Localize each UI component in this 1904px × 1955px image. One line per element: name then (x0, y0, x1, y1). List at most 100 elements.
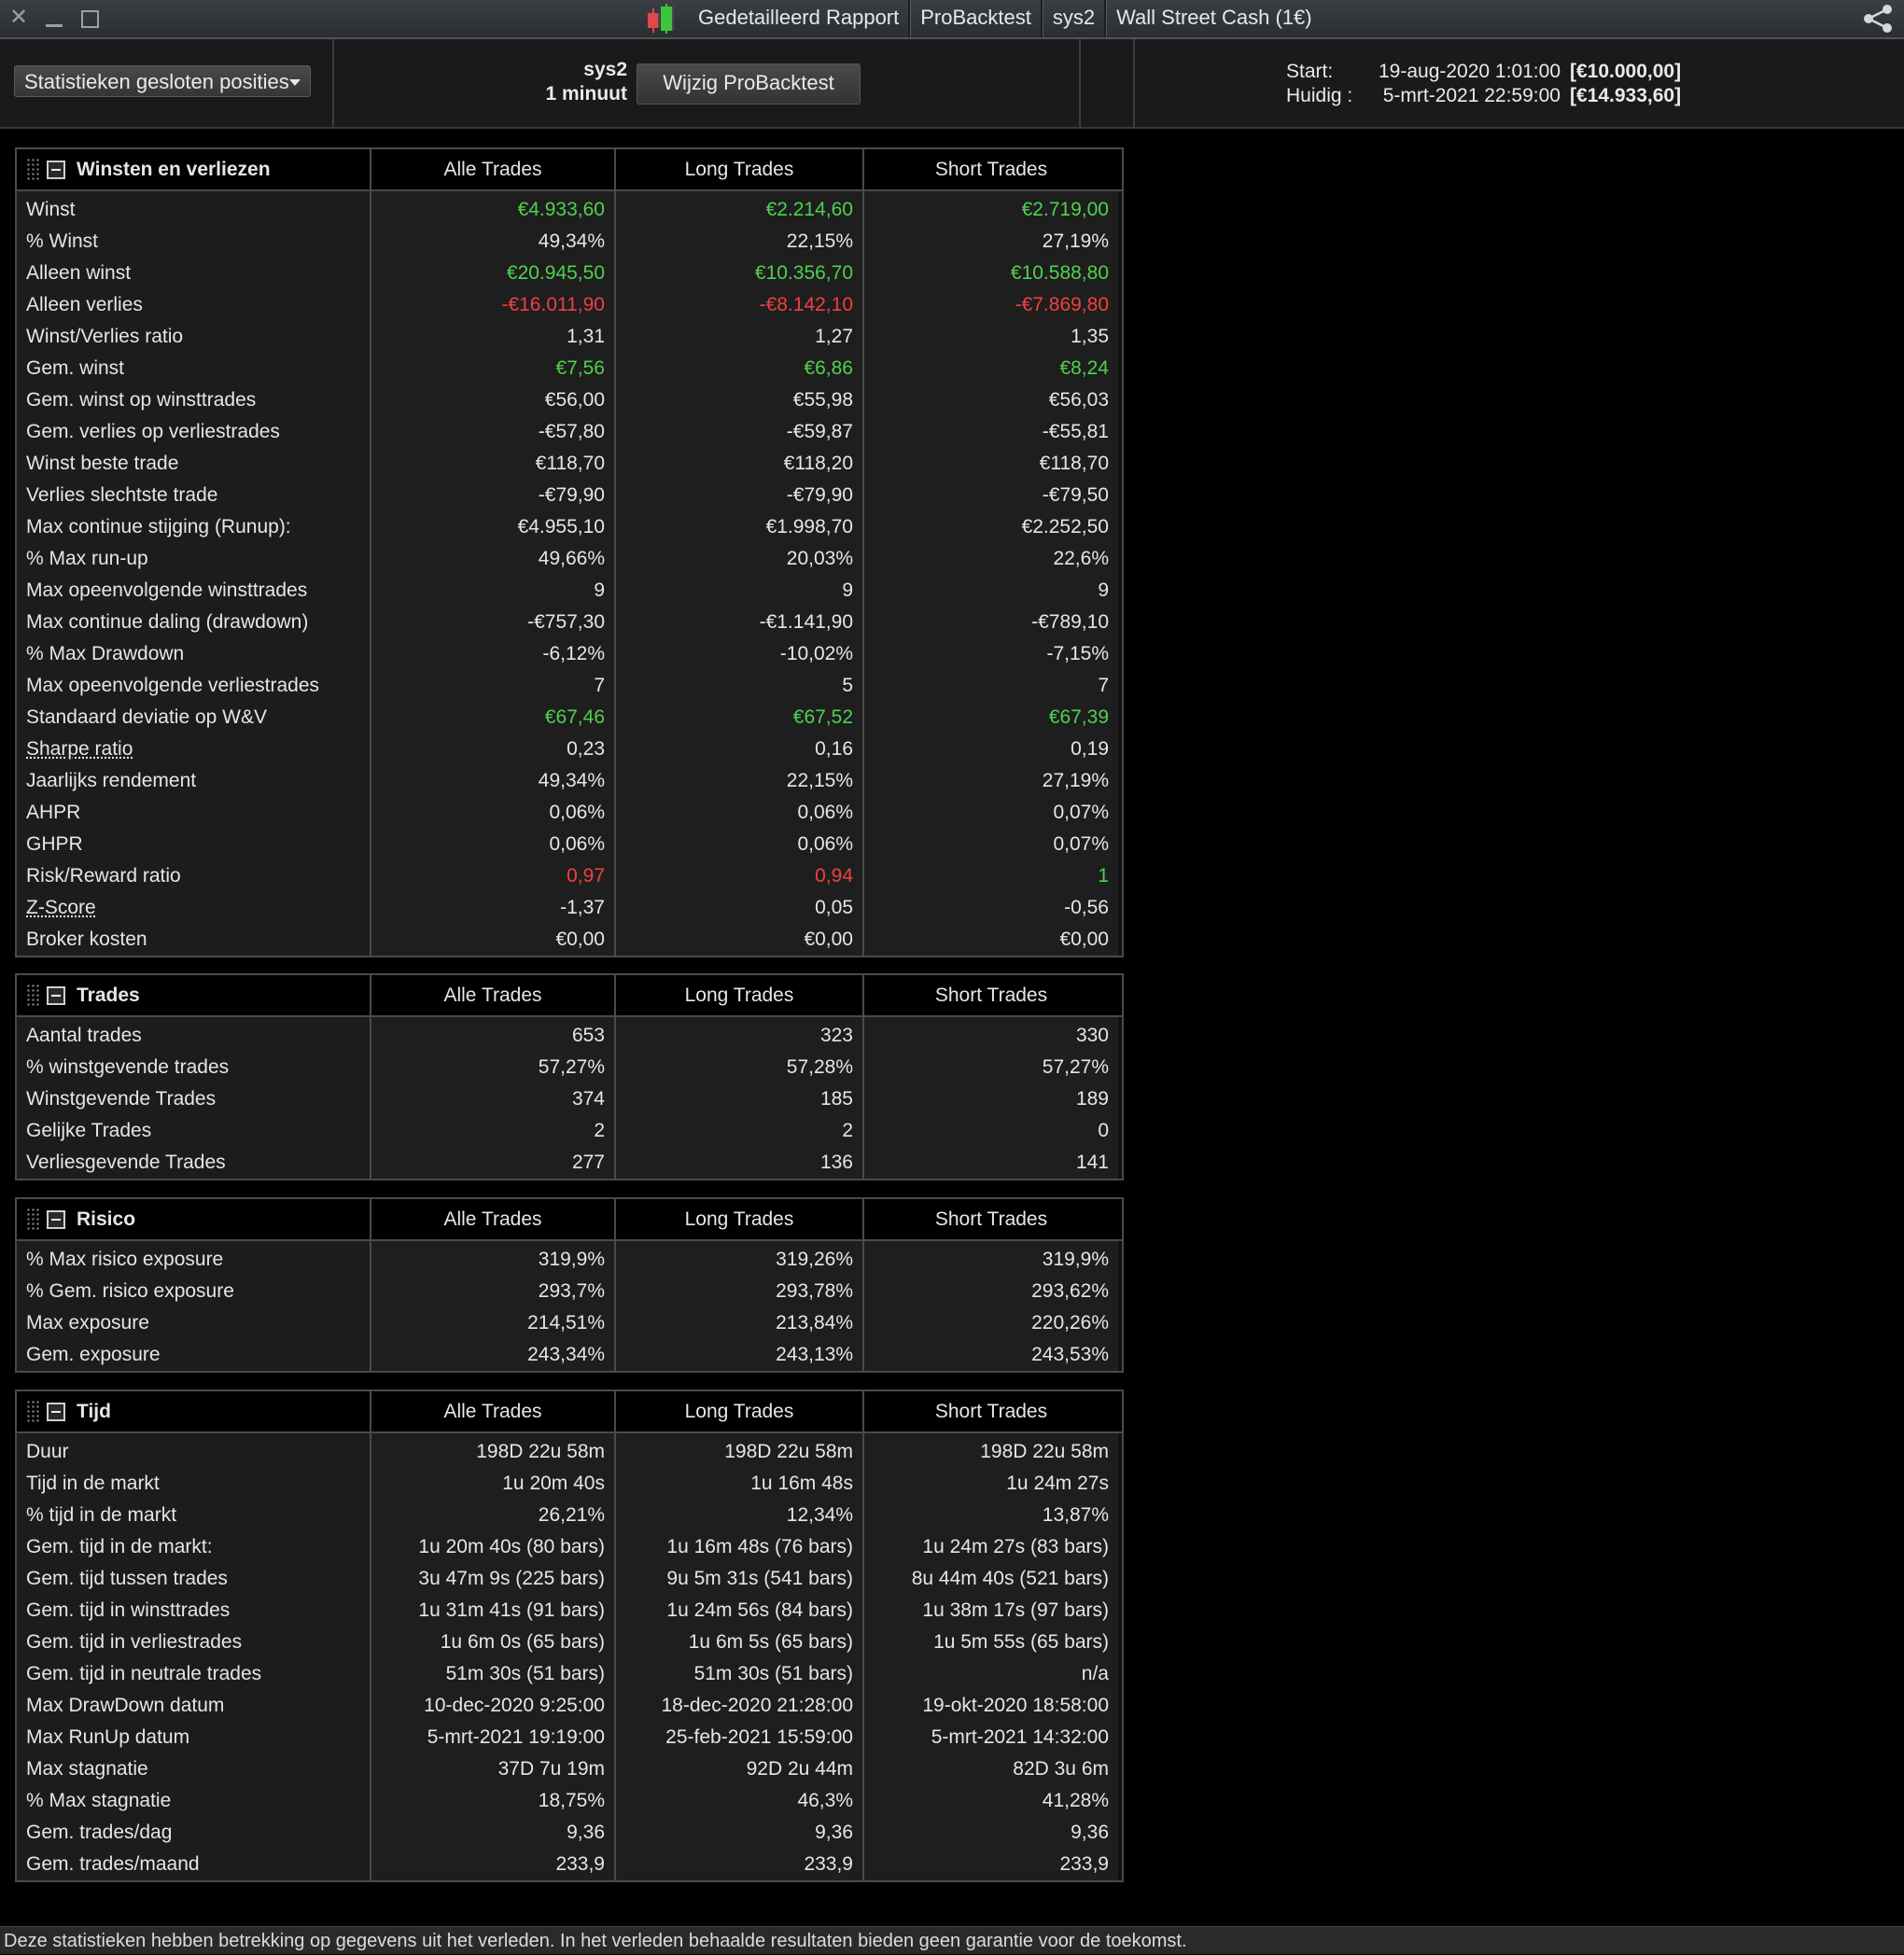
row-value: -€59,87 (786, 421, 853, 442)
window-titlebar: ✕ Gedetailleerd Rapport ProBacktest sys2… (0, 0, 1904, 39)
column-header: Alle Trades (371, 975, 616, 1015)
row-value: 57,27% (1042, 1056, 1109, 1078)
row-label: Verlies slechtste trade (26, 484, 218, 506)
row-label: Gelijke Trades (26, 1120, 152, 1141)
row-value: 319,26% (776, 1249, 853, 1270)
row-value: €10.588,80 (1010, 262, 1109, 284)
row-value: 0,06% (549, 833, 605, 855)
row-value: -€79,90 (538, 484, 605, 506)
row-value: 5-mrt-2021 14:32:00 (931, 1726, 1109, 1748)
current-label: Huidig : (1286, 85, 1353, 106)
panel-title: Trades (77, 984, 140, 1006)
row-value: 2 (842, 1120, 853, 1141)
row-label: Gem. verlies op verliestrades (26, 421, 280, 442)
column-header: Alle Trades (371, 1391, 616, 1431)
column-header: Long Trades (616, 975, 864, 1015)
row-value: 2 (594, 1120, 605, 1141)
row-label[interactable]: Z-Score (17, 892, 370, 924)
row-value: 9,36 (815, 1822, 853, 1843)
chevron-down-icon (289, 79, 301, 86)
row-label: Tijd in de markt (26, 1473, 160, 1494)
disclaimer: Deze statistieken hebben betrekking op g… (0, 1926, 1904, 1954)
row-label: Winst (26, 199, 76, 220)
row-label: Jaarlijks rendement (26, 770, 197, 791)
row-value: 1,35 (1071, 326, 1109, 347)
row-value: 374 (571, 1088, 605, 1110)
row-value: 141 (1075, 1152, 1109, 1173)
row-value: 8u 44m 40s (521 bars) (911, 1568, 1109, 1589)
panel-title: Winsten en verliezen (77, 159, 271, 180)
drag-handle-icon[interactable] (26, 157, 39, 182)
row-value: 46,3% (797, 1790, 853, 1811)
row-value: 233,9 (804, 1853, 853, 1875)
close-icon[interactable]: ✕ (7, 6, 30, 30)
row-value: 0,07% (1053, 833, 1109, 855)
row-value: 233,9 (1059, 1853, 1109, 1875)
row-value: 653 (571, 1025, 605, 1046)
maximize-icon[interactable] (78, 6, 101, 30)
panel-header: Risico Alle Trades Long Trades Short Trades (17, 1199, 1122, 1241)
share-icon[interactable] (1859, 4, 1897, 34)
edit-probacktest-button[interactable]: Wijzig ProBacktest (637, 63, 861, 105)
row-label[interactable]: Sharpe ratio (17, 733, 370, 765)
row-value: 9,36 (1071, 1822, 1109, 1843)
drag-handle-icon[interactable] (26, 1207, 39, 1232)
row-label: Max continue daling (drawdown) (26, 611, 309, 633)
panel-winsten-en-verliezen: Winsten en verliezen Alle Trades Long Trad… (15, 147, 1124, 957)
minimize-icon[interactable] (43, 6, 65, 30)
column-header: Short Trades (934, 984, 1048, 1006)
current-date: 5-mrt-2021 22:59:00 (1382, 85, 1561, 106)
row-value: 82D 3u 6m (1013, 1758, 1109, 1780)
row-value: 0,94 (815, 865, 853, 887)
row-value: -€757,30 (527, 611, 605, 633)
row-value: 12,34% (786, 1504, 853, 1526)
row-label: Alleen winst (26, 262, 132, 284)
drag-handle-icon[interactable] (26, 1399, 39, 1424)
collapse-icon[interactable] (47, 1209, 65, 1229)
row-label: Max exposure (26, 1312, 149, 1334)
row-value: 25-feb-2021 15:59:00 (665, 1726, 853, 1748)
row-label: Winst/Verlies ratio (26, 326, 184, 347)
drag-handle-icon[interactable] (26, 983, 39, 1008)
panel-header: Trades Alle Trades Long Trades Short Trades (17, 975, 1122, 1017)
row-value: €4.955,10 (517, 516, 605, 538)
row-label: Gem. trades/maand (26, 1853, 200, 1875)
row-label: % Max stagnatie (26, 1790, 172, 1811)
row-value: 22,15% (786, 770, 853, 791)
row-value: -€8.142,10 (759, 294, 853, 315)
candlestick-icon (646, 4, 678, 34)
row-value: 1u 31m 41s (91 bars) (418, 1599, 605, 1621)
collapse-icon[interactable] (47, 985, 65, 1005)
row-value: 1u 5m 55s (65 bars) (933, 1631, 1109, 1653)
row-value: €2.214,60 (765, 199, 853, 220)
row-value: €0,00 (1059, 929, 1109, 950)
statistics-type-dropdown[interactable]: Statistieken gesloten posities (14, 65, 311, 97)
collapse-icon[interactable] (47, 160, 65, 179)
column-header: Alle Trades (371, 1199, 616, 1239)
row-label: % Winst (26, 230, 99, 252)
row-value: 9 (842, 580, 853, 601)
row-value: 0,06% (797, 833, 853, 855)
row-value: 1,27 (815, 326, 853, 347)
row-value: 18,75% (538, 1790, 605, 1811)
collapse-icon[interactable] (47, 1402, 65, 1421)
row-value: n/a (1081, 1663, 1109, 1684)
row-label: Max opeenvolgende verliestrades (26, 675, 320, 696)
row-value: -10,02% (779, 643, 853, 664)
row-value: 49,66% (538, 548, 605, 569)
row-value: €0,00 (555, 929, 605, 950)
row-value: 22,15% (786, 230, 853, 252)
row-value: 1u 38m 17s (97 bars) (922, 1599, 1109, 1621)
title-instrument: Wall Street Cash (1€) (1116, 6, 1312, 29)
row-label: Duur (26, 1441, 69, 1462)
row-value: 233,9 (555, 1853, 605, 1875)
row-value: €67,52 (792, 706, 853, 728)
row-value: 198D 22u 58m (476, 1441, 605, 1462)
row-value: 1u 6m 5s (65 bars) (688, 1631, 853, 1653)
row-value: 51m 30s (51 bars) (693, 1663, 853, 1684)
row-value: 243,53% (1031, 1344, 1109, 1365)
row-value: €67,39 (1048, 706, 1109, 728)
row-value: €2.252,50 (1021, 516, 1109, 538)
row-label: Max DrawDown datum (26, 1695, 225, 1716)
row-label: Risk/Reward ratio (26, 865, 181, 887)
